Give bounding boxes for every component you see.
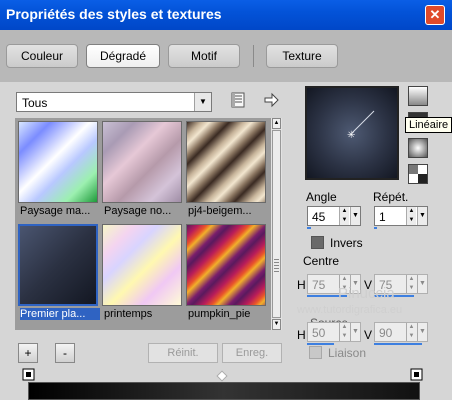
preset-category-value: Tous xyxy=(22,96,48,110)
tab-couleur[interactable]: Couleur xyxy=(6,44,78,68)
angle-value: 45 xyxy=(312,210,326,224)
gradient-tile[interactable]: Paysage no... xyxy=(102,121,184,219)
gradient-tile[interactable]: pj4-beigem... xyxy=(186,121,268,219)
radial-gradient-type-icon[interactable] xyxy=(408,138,428,158)
repeat-label: Répét. xyxy=(373,190,409,204)
source-v-slider[interactable] xyxy=(374,343,422,345)
gradient-tile[interactable]: printemps xyxy=(102,224,184,322)
save-button: Enreg. xyxy=(222,343,282,363)
gradient-label: Premier pla... xyxy=(20,308,100,320)
gradient-swatch xyxy=(102,224,182,306)
invert-label: Invers xyxy=(330,236,363,250)
gradient-label: pumpkin_pie xyxy=(188,308,251,320)
gradient-label: pj4-beigem... xyxy=(188,205,252,217)
gradient-label: Paysage no... xyxy=(104,205,172,217)
gradient-label: Paysage ma... xyxy=(20,205,91,217)
add-button[interactable]: + xyxy=(18,343,38,363)
preset-category-dropdown[interactable]: Tous ▼ xyxy=(16,92,212,112)
source-h-label: H xyxy=(297,328,306,342)
chevron-down-icon[interactable]: ▼ xyxy=(417,323,427,341)
gradient-tile[interactable]: pumpkin_pie xyxy=(186,224,268,322)
reset-button: Réinit. xyxy=(148,343,218,363)
angle-label: Angle xyxy=(306,190,337,204)
preset-options-icon[interactable] xyxy=(230,92,246,108)
tooltip: Linéaire xyxy=(405,117,452,133)
link-label: Liaison xyxy=(328,346,367,360)
close-button[interactable]: ✕ xyxy=(425,5,445,25)
tab-texture[interactable]: Texture xyxy=(266,44,338,68)
gradient-preview[interactable]: ✳ xyxy=(305,86,399,180)
linear-gradient-type-icon[interactable] xyxy=(408,86,428,106)
watermark-url: www.tutordigrafica.eu xyxy=(297,304,403,316)
chevron-down-icon[interactable]: ▼ xyxy=(417,207,427,225)
center-label: Centre xyxy=(303,254,340,268)
remove-button[interactable]: - xyxy=(55,343,75,363)
left-stop-marker-icon[interactable] xyxy=(22,368,35,381)
title-bar: Propriétés des styles et textures xyxy=(0,0,452,30)
svg-text:✳: ✳ xyxy=(347,130,355,141)
gradient-swatch xyxy=(102,121,182,203)
source-v-spinner[interactable]: 90 ▲ ▼ ▼ xyxy=(374,322,428,342)
chevron-down-icon[interactable]: ▼ xyxy=(350,207,360,225)
source-h-spinner[interactable]: 50 ▲ ▼ ▼ xyxy=(307,322,361,342)
gradient-tile[interactable]: Paysage ma... xyxy=(18,121,100,219)
source-v-label: V xyxy=(364,328,373,342)
gradient-swatch xyxy=(18,224,98,306)
gradient-label: printemps xyxy=(104,308,153,320)
tab-separator xyxy=(253,45,254,67)
spinner-arrows-icon[interactable]: ▲ ▼ xyxy=(339,323,349,341)
gradient-editor-bar[interactable] xyxy=(28,382,420,400)
angle-spinner[interactable]: 45 ▲ ▼ ▼ xyxy=(307,206,361,226)
gradient-gallery: Paysage ma... Paysage no... pj4-beigem..… xyxy=(15,118,270,330)
angle-slider[interactable] xyxy=(307,227,311,229)
angle-indicator[interactable]: ✳ xyxy=(307,88,397,178)
gradient-swatch xyxy=(186,224,266,306)
spinner-arrows-icon[interactable]: ▲ ▼ xyxy=(406,275,416,293)
watermark-name: Pinuccia xyxy=(338,285,395,302)
repeat-value: 1 xyxy=(379,210,386,224)
gallery-scrollbar[interactable]: ▲ ▼ xyxy=(270,118,282,330)
tab-motif[interactable]: Motif xyxy=(168,44,240,68)
arrow-right-icon[interactable] xyxy=(263,92,279,108)
invert-checkbox[interactable] xyxy=(311,236,324,249)
link-checkbox[interactable] xyxy=(309,346,322,359)
tab-degrade[interactable]: Dégradé xyxy=(86,44,160,68)
repeat-slider[interactable] xyxy=(374,227,377,229)
gradient-swatch xyxy=(186,121,266,203)
chevron-down-icon[interactable]: ▼ xyxy=(194,93,211,111)
tab-bar: Couleur Dégradé Motif Texture xyxy=(0,30,452,82)
scroll-thumb[interactable] xyxy=(272,130,281,318)
center-h-value: 75 xyxy=(312,278,326,292)
source-v-value: 90 xyxy=(379,326,393,340)
source-h-slider[interactable] xyxy=(307,343,334,345)
spinner-arrows-icon[interactable]: ▲ ▼ xyxy=(406,207,416,225)
chevron-down-icon[interactable]: ▼ xyxy=(417,275,427,293)
spinner-arrows-icon[interactable]: ▲ ▼ xyxy=(406,323,416,341)
gradient-swatch xyxy=(18,121,98,203)
source-h-value: 50 xyxy=(312,326,326,340)
scroll-up-icon[interactable]: ▲ xyxy=(272,118,281,129)
center-h-label: H xyxy=(297,278,306,292)
chevron-down-icon[interactable]: ▼ xyxy=(350,323,360,341)
scroll-down-icon[interactable]: ▼ xyxy=(272,319,281,330)
right-stop-marker-icon[interactable] xyxy=(410,368,423,381)
scroll-grip xyxy=(274,259,279,273)
window-title: Propriétés des styles et textures xyxy=(6,6,222,22)
spinner-arrows-icon[interactable]: ▲ ▼ xyxy=(339,207,349,225)
gradient-tile[interactable]: Premier pla... xyxy=(18,224,100,322)
sunburst-gradient-type-icon[interactable] xyxy=(408,164,428,184)
repeat-spinner[interactable]: 1 ▲ ▼ ▼ xyxy=(374,206,428,226)
